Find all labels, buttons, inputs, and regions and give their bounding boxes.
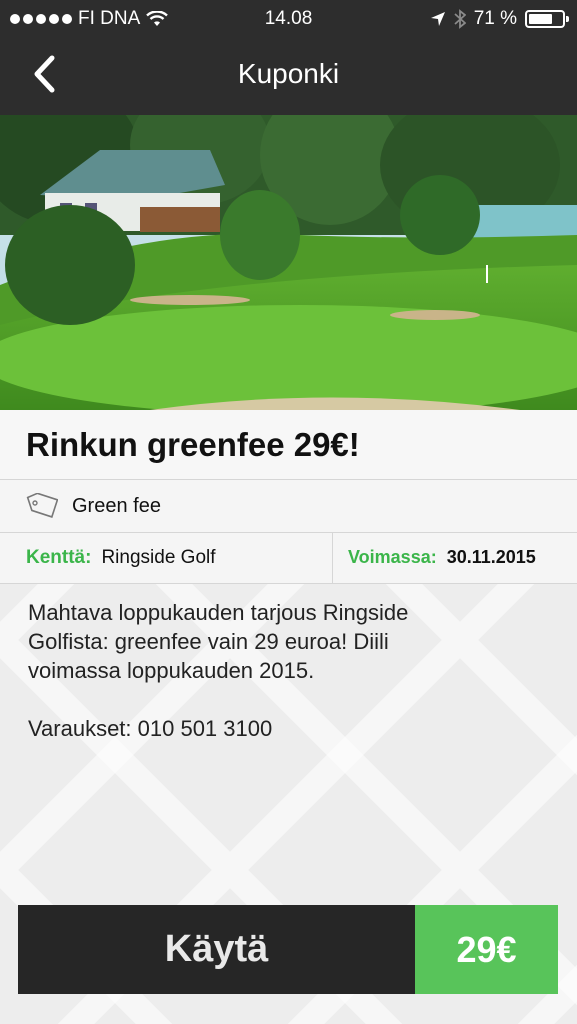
top-bar: FI DNA 14.08 71 % Kuponki	[0, 0, 577, 115]
battery-fill	[529, 14, 552, 24]
coupon-title-row: Rinkun greenfee 29€!	[0, 410, 577, 480]
page-title: Kuponki	[237, 58, 340, 89]
bluetooth-icon	[454, 9, 466, 29]
location-arrow-icon	[430, 12, 445, 26]
battery-percent: 71 %	[473, 8, 517, 29]
info-divider	[332, 533, 333, 583]
tag-icon	[26, 493, 58, 518]
description-line: Golfista: greenfee vain 29 euroa! Diili	[28, 629, 389, 654]
category-label: Green fee	[72, 495, 161, 517]
coupon-title: Rinkun greenfee 29€!	[26, 426, 360, 463]
status-bar: FI DNA 14.08 71 %	[0, 0, 577, 38]
use-coupon-bar: Käytä 29€	[18, 905, 558, 994]
valid-value: 30.11.2015	[446, 547, 536, 567]
hero-image	[0, 115, 577, 410]
category-row: Green fee	[0, 480, 577, 533]
course-label: Kenttä:	[26, 547, 92, 568]
golf-course-image	[0, 115, 577, 410]
course-info: Kenttä: Ringside Golf	[26, 547, 216, 569]
booking-phone: Varaukset: 010 501 3100	[28, 716, 273, 741]
battery-icon	[525, 10, 569, 28]
status-right: 71 %	[430, 8, 569, 30]
course-value: Ringside Golf	[101, 547, 216, 568]
description-line: Mahtava loppukauden tarjous Ringside	[28, 600, 409, 625]
valid-label: Voimassa:	[348, 547, 437, 567]
validity-info: Voimassa: 30.11.2015	[348, 547, 536, 568]
use-coupon-button[interactable]: Käytä	[18, 905, 415, 994]
description-line: voimassa loppukauden 2015.	[28, 658, 315, 683]
price-badge: 29€	[415, 905, 558, 994]
info-row: Kenttä: Ringside Golf Voimassa: 30.11.2015	[0, 533, 577, 584]
coupon-description: Mahtava loppukauden tarjous Ringside Gol…	[28, 598, 548, 743]
